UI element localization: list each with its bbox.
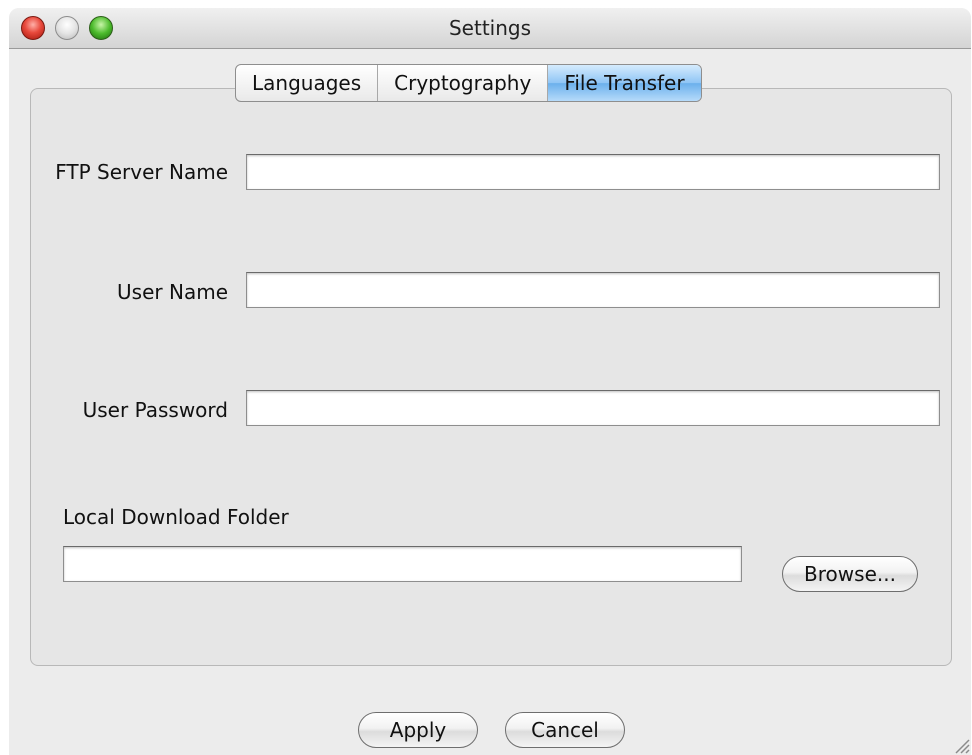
local-download-folder-label: Local Download Folder	[63, 505, 289, 529]
local-download-folder-field[interactable]	[63, 546, 742, 582]
tab-file-transfer[interactable]: File Transfer	[548, 65, 701, 101]
window-title: Settings	[448, 16, 532, 40]
resize-grip-icon[interactable]	[950, 734, 970, 754]
user-name-label: User Name	[117, 280, 228, 304]
title-bar[interactable]: Settings	[9, 8, 971, 49]
cancel-button[interactable]: Cancel	[505, 712, 625, 748]
tab-languages[interactable]: Languages	[236, 65, 379, 101]
browse-button[interactable]: Browse...	[782, 556, 918, 592]
user-password-field[interactable]	[246, 390, 940, 426]
tab-bar: Languages Cryptography File Transfer	[235, 64, 702, 102]
settings-window: Settings Languages Cryptography File Tra…	[9, 8, 971, 755]
user-password-label: User Password	[82, 398, 228, 422]
ftp-server-name-label: FTP Server Name	[55, 160, 228, 184]
apply-button[interactable]: Apply	[358, 712, 478, 748]
user-name-field[interactable]	[246, 272, 940, 308]
ftp-server-name-field[interactable]	[246, 154, 940, 190]
tab-cryptography[interactable]: Cryptography	[378, 65, 549, 101]
